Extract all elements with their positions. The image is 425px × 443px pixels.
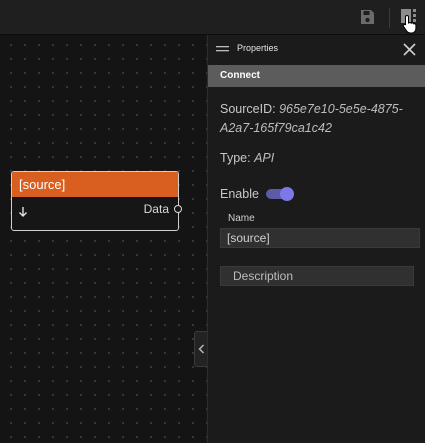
- description-input[interactable]: Description: [220, 266, 414, 286]
- toolbar-divider: [389, 8, 390, 28]
- save-icon: [361, 10, 374, 24]
- graph-canvas[interactable]: [source] Data: [0, 35, 208, 443]
- source-node[interactable]: [source] Data: [11, 171, 182, 231]
- name-input[interactable]: [source]: [220, 228, 420, 248]
- type-label: Type:: [220, 151, 251, 165]
- properties-panel: Properties Connect SourceID: 965e7e10-5e…: [207, 35, 425, 443]
- save-button[interactable]: [357, 7, 377, 27]
- enable-label: Enable: [220, 187, 259, 201]
- type-field: Type: API: [220, 149, 420, 168]
- node-title[interactable]: [source]: [12, 172, 178, 197]
- collapse-panel-button[interactable]: [194, 331, 208, 367]
- pointer-cursor-icon: [402, 14, 417, 34]
- source-id-field: SourceID: 965e7e10-5e5e-4875- A2a7-165f7…: [220, 100, 420, 138]
- output-port-label: Data: [143, 202, 169, 216]
- top-toolbar: [0, 0, 425, 35]
- type-value: API: [254, 151, 275, 165]
- description-placeholder: Description: [233, 269, 294, 283]
- arrow-down-icon: [19, 207, 27, 217]
- source-id-label: SourceID:: [220, 102, 276, 116]
- source-id-value-line2: A2a7-165f79ca1c42: [220, 121, 332, 135]
- connect-section-header[interactable]: Connect: [208, 65, 425, 87]
- hamburger-icon[interactable]: [216, 44, 229, 54]
- close-icon[interactable]: [402, 42, 417, 57]
- panel-title: Properties: [237, 43, 279, 53]
- properties-panel-header: Properties: [208, 35, 425, 64]
- name-value: [source]: [227, 231, 270, 245]
- enable-toggle[interactable]: [266, 187, 294, 201]
- toggle-knob: [280, 187, 294, 201]
- source-id-value-line1: 965e7e10-5e5e-4875-: [279, 102, 403, 116]
- name-label: Name: [228, 213, 255, 224]
- output-port[interactable]: [174, 205, 182, 213]
